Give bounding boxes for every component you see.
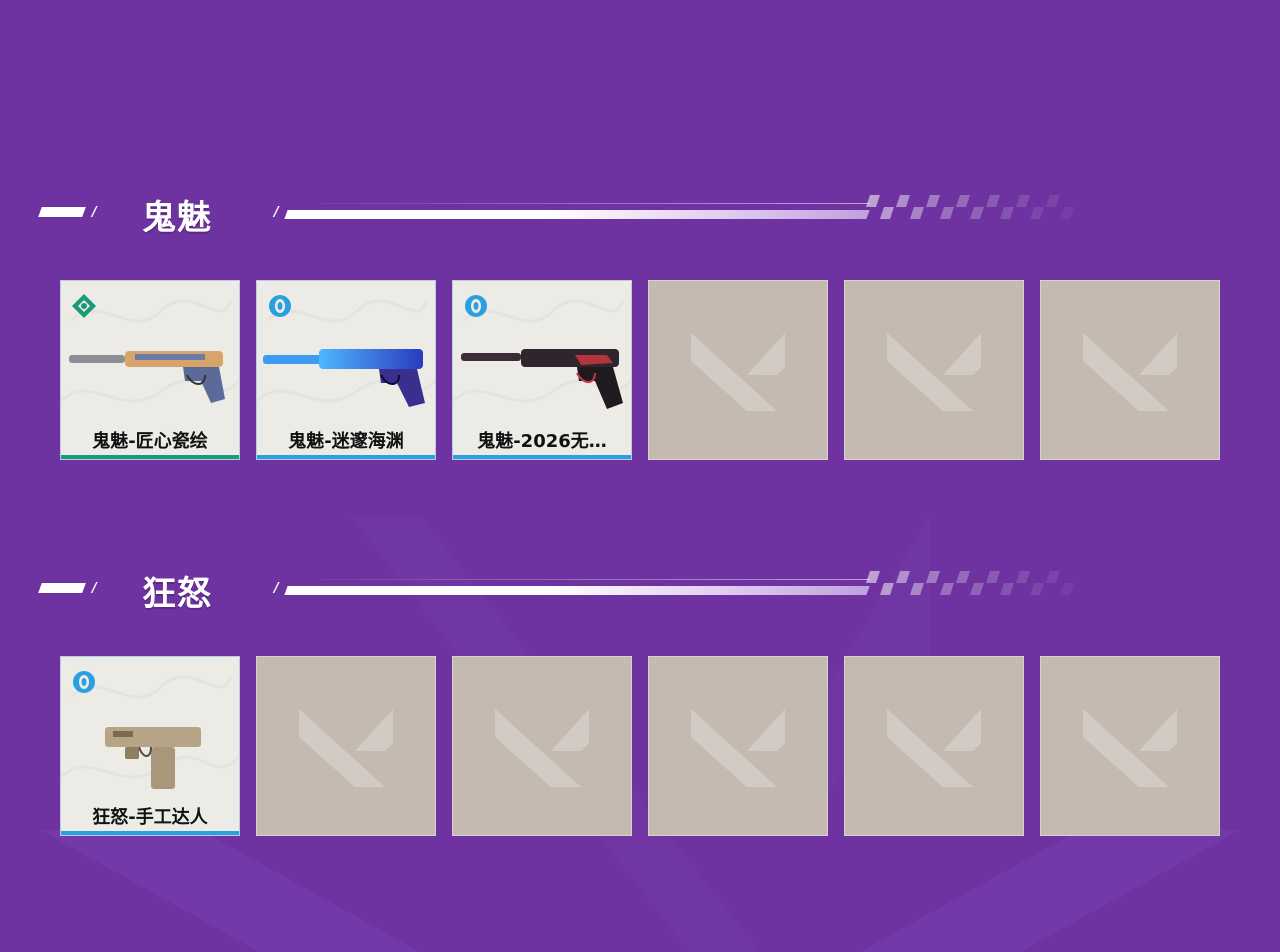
checker-pattern [866,571,1074,595]
empty-weapon-slot[interactable] [1040,280,1220,460]
weapon-section-frenzy: / 狂怒 / 狂怒-手工达人 [0,566,1280,836]
header-slash: / [274,581,279,596]
valorant-logo-icon [299,709,393,787]
section-title: 鬼魅 [142,198,212,238]
header-accent-bar [38,583,86,593]
rarity-strip [61,831,239,835]
weapon-name: 鬼魅-2026无… [477,431,607,452]
header-slash: / [274,205,279,220]
weapon-name: 鬼魅-匠心瓷绘 [92,431,208,452]
valorant-logo-icon [1083,709,1177,787]
header-slash: / [92,205,97,220]
ring-badge-icon [269,295,291,317]
header-line [284,210,870,219]
gem-badge-icon [72,294,96,318]
header-slash: / [92,581,97,596]
weapon-card[interactable]: 鬼魅-匠心瓷绘 [60,280,240,460]
empty-weapon-slot[interactable] [648,656,828,836]
header-line [284,586,870,595]
weapon-card[interactable]: 鬼魅-2026无… [452,280,632,460]
section-header: / 鬼魅 / [0,190,1280,240]
header-thin-line [320,203,870,204]
valorant-logo-icon [691,333,785,411]
ghost-pistol-abyss-image [263,349,425,407]
empty-weapon-slot[interactable] [844,280,1024,460]
header-thin-line [320,579,870,580]
rarity-strip [61,455,239,459]
valorant-logo-icon [1083,333,1177,411]
valorant-logo-icon [495,709,589,787]
empty-weapon-slot[interactable] [256,656,436,836]
empty-weapon-slot[interactable] [452,656,632,836]
weapon-section-ghost: / 鬼魅 / 鬼魅-匠心瓷绘 鬼魅-迷邃海渊 鬼魅-2026无… [0,190,1280,460]
frenzy-pistol-craft-image [105,727,201,789]
weapon-card[interactable]: 狂怒-手工达人 [60,656,240,836]
weapon-slot-row: 鬼魅-匠心瓷绘 鬼魅-迷邃海渊 鬼魅-2026无… [60,280,1220,460]
section-title: 狂怒 [142,574,212,614]
valorant-logo-icon [691,709,785,787]
section-header: / 狂怒 / [0,566,1280,616]
checker-pattern [866,195,1074,219]
empty-weapon-slot[interactable] [844,656,1024,836]
valorant-logo-icon [887,709,981,787]
empty-weapon-slot[interactable] [1040,656,1220,836]
ghost-pistol-dark-image [461,349,623,409]
weapon-name: 鬼魅-迷邃海渊 [288,431,404,452]
ghost-pistol-ornate-image [69,351,225,403]
ring-badge-icon [465,295,487,317]
rarity-strip [257,455,435,459]
weapon-name: 狂怒-手工达人 [92,807,208,828]
header-accent-bar [38,207,86,217]
ring-badge-icon [73,671,95,693]
weapon-slot-row: 狂怒-手工达人 [60,656,1220,836]
empty-weapon-slot[interactable] [648,280,828,460]
rarity-strip [453,455,631,459]
weapon-card[interactable]: 鬼魅-迷邃海渊 [256,280,436,460]
valorant-logo-icon [887,333,981,411]
